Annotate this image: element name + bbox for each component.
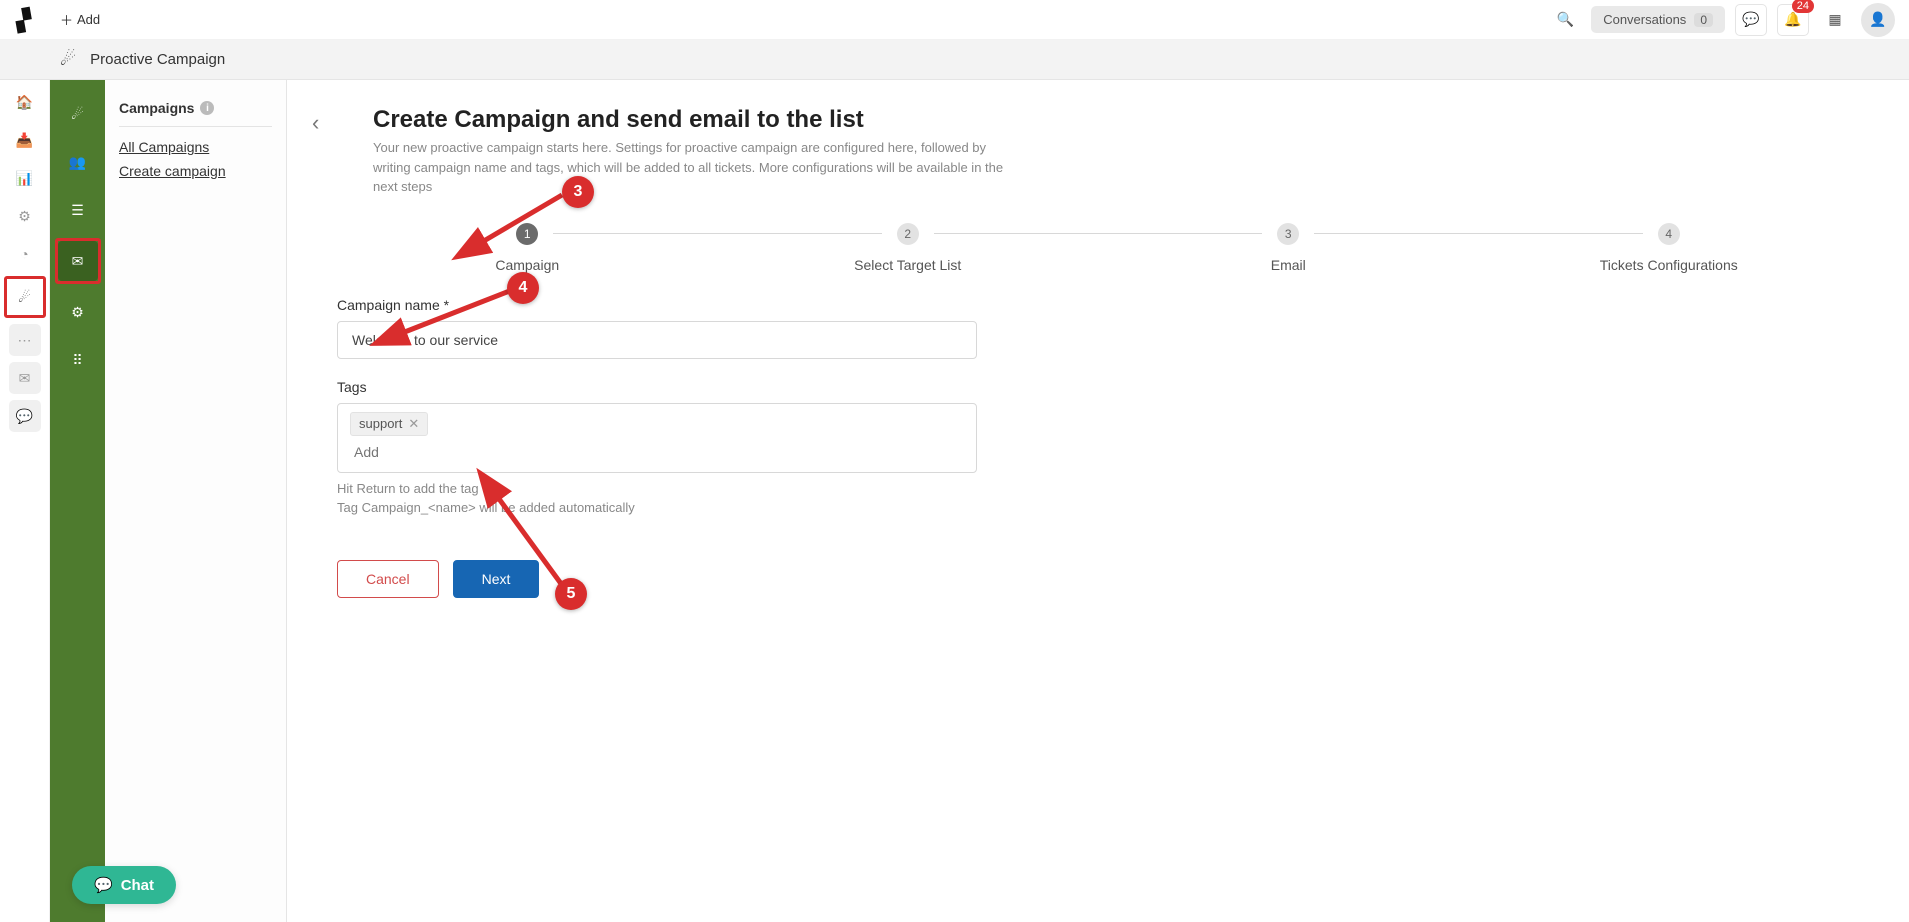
back-button[interactable]: ‹	[312, 110, 319, 136]
gear-icon: ⚙	[18, 208, 31, 225]
selection-box-mail: ✉	[55, 238, 101, 284]
speech-icon: 💬	[16, 408, 33, 425]
link-create-campaign[interactable]: Create campaign	[119, 163, 272, 179]
search-button[interactable]: 🔍	[1549, 4, 1581, 36]
tags-input-box[interactable]: support ✕	[337, 403, 977, 473]
add-button[interactable]: ＋ Add	[60, 10, 100, 29]
tags-label: Tags	[337, 379, 977, 395]
chat-icon: 💬	[94, 876, 113, 894]
clock-icon: ◔	[20, 246, 28, 262]
nav-proactive[interactable]: ☄	[9, 281, 41, 313]
bar-chart-icon: 📊	[16, 170, 33, 187]
next-button[interactable]: Next	[453, 560, 540, 598]
remove-tag-icon[interactable]: ✕	[408, 416, 419, 432]
step-number: 3	[1277, 223, 1299, 245]
comet-icon: ☄	[18, 289, 31, 306]
step-number: 1	[516, 223, 538, 245]
page-description: Your new proactive campaign starts here.…	[373, 138, 1013, 197]
chat-bubble-icon: 💬	[1742, 11, 1759, 28]
notifications-count: 24	[1792, 0, 1814, 13]
step-3[interactable]: 3 Email	[1098, 223, 1479, 273]
sub-nav-settings[interactable]: ⚙	[58, 292, 98, 332]
sub-nav-proactive[interactable]: ☄	[58, 94, 98, 134]
mail-icon: ✉	[72, 253, 84, 270]
tags-text-input[interactable]	[350, 436, 964, 468]
nav-mail[interactable]: ✉	[9, 362, 41, 394]
step-label: Select Target List	[854, 257, 961, 273]
link-all-campaigns[interactable]: All Campaigns	[119, 139, 272, 155]
search-icon: 🔍	[1556, 11, 1573, 28]
plus-icon: ＋	[60, 10, 73, 29]
conversations-count: 0	[1694, 13, 1713, 27]
app-logo: ▞	[14, 7, 33, 34]
home-icon: 🏠	[16, 94, 33, 111]
notifications-button[interactable]: 🔔24	[1777, 4, 1809, 36]
nav-timer[interactable]: ◔	[9, 238, 41, 270]
step-label: Campaign	[495, 257, 559, 273]
step-1[interactable]: 1 Campaign	[337, 223, 718, 273]
tags-hint-1: Hit Return to add the tag	[337, 479, 977, 499]
user-icon: 👤	[1869, 11, 1886, 28]
conversations-label: Conversations	[1603, 12, 1686, 27]
selection-box-proactive: ☄	[4, 276, 46, 318]
apps-button[interactable]: ▦	[1819, 4, 1851, 36]
sidebar-title: Campaigns i	[119, 100, 272, 116]
nav-extra-1[interactable]: ⋯	[9, 324, 41, 356]
breadcrumb-bar: ☄ Proactive Campaign	[0, 40, 1909, 80]
proactive-icon: ☄	[60, 49, 76, 70]
sub-nav-people[interactable]: 👥	[58, 142, 98, 182]
sub-nav-mail[interactable]: ✉	[58, 241, 98, 281]
dots-icon: ⋯	[18, 332, 32, 349]
form-buttons: Cancel Next	[337, 560, 977, 598]
bell-icon: 🔔	[1784, 11, 1801, 28]
sub-nav-dialer[interactable]: ⠿	[58, 340, 98, 380]
apps-grid-icon: ▦	[1828, 11, 1841, 28]
inbox-button[interactable]: 💬	[1735, 4, 1767, 36]
step-number: 4	[1658, 223, 1680, 245]
top-right-toolbar: 🔍 Conversations 0 💬 🔔24 ▦ 👤	[1549, 3, 1895, 37]
campaign-form: Campaign name * Tags support ✕ Hit Retur…	[337, 297, 977, 598]
user-avatar[interactable]: 👤	[1861, 3, 1895, 37]
top-bar: ▞ ＋ Add 🔍 Conversations 0 💬 🔔24 ▦ 👤	[0, 0, 1909, 40]
step-4[interactable]: 4 Tickets Configurations	[1479, 223, 1860, 273]
step-label: Email	[1271, 257, 1306, 273]
tags-hint-2: Tag Campaign_<name> will be added automa…	[337, 498, 977, 518]
list-icon: ☰	[71, 202, 84, 219]
cancel-button[interactable]: Cancel	[337, 560, 439, 598]
page-title: Create Campaign and send email to the li…	[373, 106, 1859, 134]
nav-home[interactable]: 🏠	[9, 86, 41, 118]
campaign-sidebar: Campaigns i All Campaigns Create campaig…	[105, 80, 287, 922]
chat-label: Chat	[121, 877, 154, 894]
people-icon: 👥	[69, 154, 86, 171]
step-number: 2	[897, 223, 919, 245]
tag-chip[interactable]: support ✕	[350, 412, 428, 436]
wizard-steps: 1 Campaign 2 Select Target List 3 Email 4 Ti…	[337, 223, 1859, 273]
tray-icon: 📥	[16, 132, 33, 149]
nav-tickets[interactable]: 📥	[9, 124, 41, 156]
campaign-name-label: Campaign name *	[337, 297, 977, 313]
info-icon[interactable]: i	[200, 101, 214, 115]
nav-analytics[interactable]: 📊	[9, 162, 41, 194]
divider	[119, 126, 272, 127]
page-crumb: Proactive Campaign	[90, 51, 225, 68]
add-label: Add	[77, 12, 100, 27]
conversations-button[interactable]: Conversations 0	[1591, 6, 1725, 33]
tag-text: support	[359, 416, 402, 431]
step-2[interactable]: 2 Select Target List	[718, 223, 1099, 273]
primary-nav-rail: 🏠 📥 📊 ⚙ ◔ ☄ ⋯ ✉ 💬	[0, 80, 50, 922]
secondary-nav-rail: ☄ 👥 ☰ ✉ ⚙ ⠿	[50, 80, 105, 922]
mail-icon: ✉	[19, 370, 31, 387]
campaign-name-input[interactable]	[337, 321, 977, 359]
sub-nav-lists[interactable]: ☰	[58, 190, 98, 230]
chat-widget[interactable]: 💬 Chat	[72, 866, 176, 904]
keypad-icon: ⠿	[72, 352, 82, 369]
step-label: Tickets Configurations	[1600, 257, 1738, 273]
sidebar-title-text: Campaigns	[119, 100, 194, 116]
main-content: ‹ Create Campaign and send email to the …	[287, 80, 1909, 922]
nav-chat[interactable]: 💬	[9, 400, 41, 432]
comet-icon: ☄	[71, 106, 84, 123]
gear-icon: ⚙	[71, 304, 84, 321]
nav-settings[interactable]: ⚙	[9, 200, 41, 232]
